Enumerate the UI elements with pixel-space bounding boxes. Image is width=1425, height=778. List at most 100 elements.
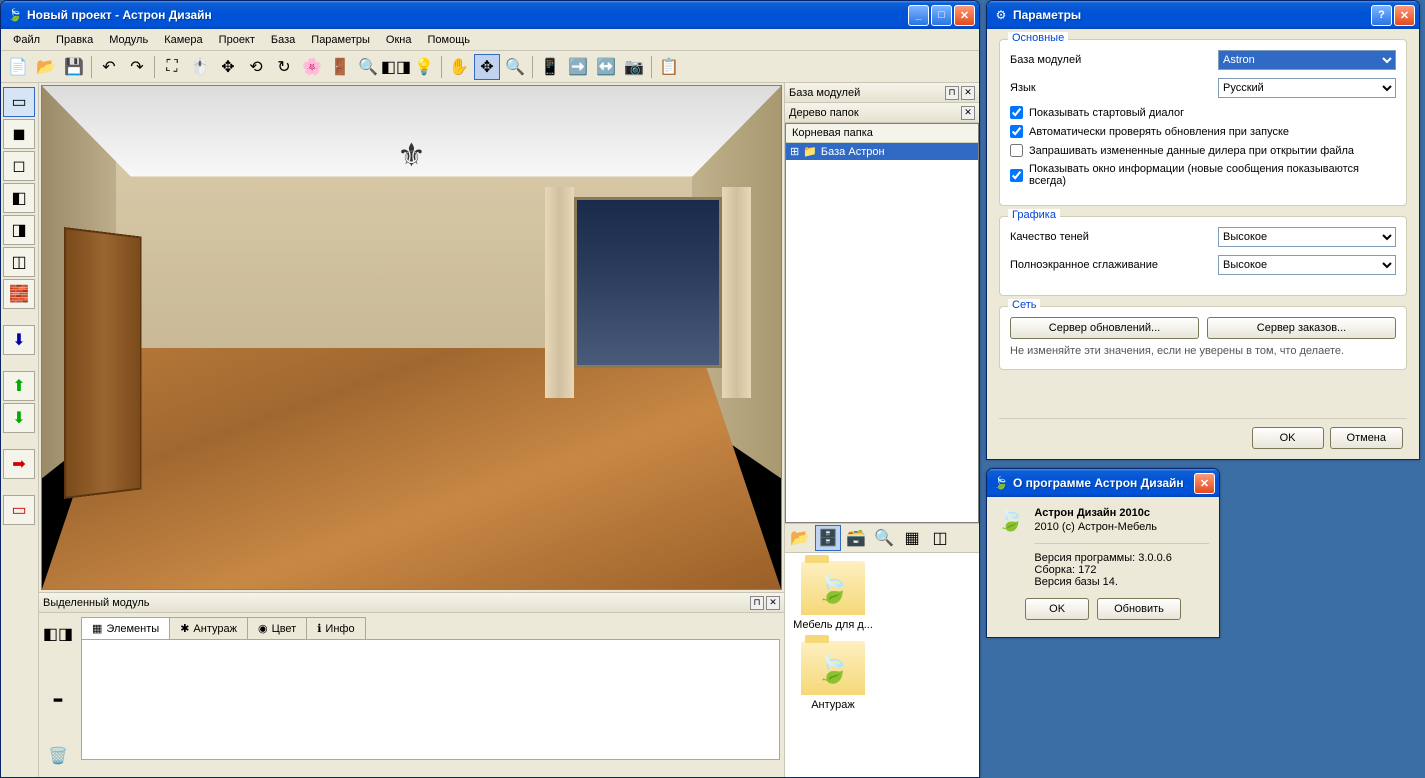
check-auto-updates[interactable] xyxy=(1010,125,1023,138)
brick-tool[interactable]: 🧱 xyxy=(3,279,35,309)
menu-module[interactable]: Модуль xyxy=(101,32,156,48)
export-button[interactable]: ➡️ xyxy=(565,54,591,80)
room-window xyxy=(574,197,722,368)
toolbar-separator xyxy=(651,56,652,78)
panel-pin-button[interactable]: ⊓ xyxy=(945,86,959,100)
menu-base[interactable]: База xyxy=(263,32,303,48)
tab-color[interactable]: ◉Цвет xyxy=(247,617,307,639)
right-red-tool[interactable]: ➡ xyxy=(3,449,35,479)
down-green-tool[interactable]: ⬇ xyxy=(3,403,35,433)
box-solid-tool[interactable]: ◼ xyxy=(3,119,35,149)
orbit-button[interactable]: ✥ xyxy=(474,54,500,80)
ok-button[interactable]: OK xyxy=(1252,427,1324,449)
orders-server-button[interactable]: Сервер заказов... xyxy=(1207,317,1396,339)
check-dealer-data[interactable] xyxy=(1010,144,1023,157)
tree-item-base[interactable]: ⊞ 📁 База Астрон xyxy=(786,143,978,160)
selected-module-panel: Выделенный модуль ⊓ ✕ ◧◨ ▂ 🗑️ ▦Элементы xyxy=(39,592,784,777)
move-button[interactable]: ✥ xyxy=(215,54,241,80)
menu-camera[interactable]: Камера xyxy=(156,32,210,48)
graphics-legend: Графика xyxy=(1008,209,1060,221)
pan-button[interactable]: ✋ xyxy=(446,54,472,80)
curtain-left xyxy=(545,187,575,398)
about-app-name: Астрон Дизайн 2010c xyxy=(1034,507,1209,519)
about-ok-button[interactable]: OK xyxy=(1025,598,1089,620)
save-button[interactable]: 💾 xyxy=(61,54,87,80)
light-button[interactable]: 💡 xyxy=(411,54,437,80)
aa-select[interactable]: Высокое xyxy=(1218,255,1396,275)
menu-edit[interactable]: Правка xyxy=(48,32,101,48)
menu-windows[interactable]: Окна xyxy=(378,32,420,48)
shadow-select[interactable]: Высокое xyxy=(1218,227,1396,247)
lang-select[interactable]: Русский xyxy=(1218,78,1396,98)
cancel-button[interactable]: Отмена xyxy=(1330,427,1403,449)
mirror-button[interactable]: ◧◨ xyxy=(383,54,409,80)
about-update-button[interactable]: Обновить xyxy=(1097,598,1181,620)
new-button[interactable]: 📄 xyxy=(5,54,31,80)
folder-tree[interactable]: Корневая папка ⊞ 📁 База Астрон xyxy=(785,123,979,523)
folder-entourage[interactable]: 🍃 Антураж xyxy=(793,641,873,711)
maximize-button[interactable]: □ xyxy=(931,5,952,26)
down-arrow-tool[interactable]: ⬇ xyxy=(3,325,35,355)
report-button[interactable]: 📋 xyxy=(656,54,682,80)
panel-close-button[interactable]: ✕ xyxy=(961,106,975,120)
trash-button[interactable]: 🗑️ xyxy=(42,741,74,771)
update-server-button[interactable]: Сервер обновлений... xyxy=(1010,317,1199,339)
params-titlebar[interactable]: ⚙ Параметры ? ✕ xyxy=(987,1,1419,29)
up-green-tool[interactable]: ⬆ xyxy=(3,371,35,401)
menu-help[interactable]: Помощь xyxy=(419,32,478,48)
close-button[interactable]: ✕ xyxy=(954,5,975,26)
select-frame-button[interactable]: ⛶ xyxy=(159,54,185,80)
zoom-button[interactable]: 🔍 xyxy=(502,54,528,80)
panel-close-button[interactable]: ✕ xyxy=(766,596,780,610)
box-persp-tool[interactable]: ◫ xyxy=(3,247,35,277)
redo-button[interactable]: ↷ xyxy=(124,54,150,80)
view-icons-button[interactable]: 🗄️ xyxy=(815,525,841,551)
tab-entourage[interactable]: ✱Антураж xyxy=(169,617,248,639)
select-cursor-button[interactable]: 🖱️ xyxy=(187,54,213,80)
box-left-tool[interactable]: ◧ xyxy=(3,183,35,213)
rotate90-button[interactable]: ⟲ xyxy=(243,54,269,80)
color-button[interactable]: 🌸 xyxy=(299,54,325,80)
panel-pin-button[interactable]: ⊓ xyxy=(750,596,764,610)
door-tool-button[interactable]: 🚪 xyxy=(327,54,353,80)
rotate-button[interactable]: ↻ xyxy=(271,54,297,80)
open-button[interactable]: 📂 xyxy=(33,54,59,80)
mirror-panel-button[interactable]: ◧◨ xyxy=(42,619,74,649)
snapshot-button[interactable]: 📷 xyxy=(621,54,647,80)
undo-button[interactable]: ↶ xyxy=(96,54,122,80)
slider-icon[interactable]: ▂ xyxy=(54,689,62,702)
box-wire-tool[interactable]: ◻ xyxy=(3,151,35,181)
dimensions-button[interactable]: ↔️ xyxy=(593,54,619,80)
about-titlebar[interactable]: 🍃 О программе Астрон Дизайн ✕ xyxy=(987,469,1219,497)
up-folder-button[interactable]: 📂 xyxy=(787,525,813,551)
main-titlebar[interactable]: 🍃 Новый проект - Астрон Дизайн _ □ ✕ xyxy=(1,1,979,29)
menu-params[interactable]: Параметры xyxy=(303,32,378,48)
menu-project[interactable]: Проект xyxy=(211,32,263,48)
menu-file[interactable]: Файл xyxy=(5,32,48,48)
tab-elements[interactable]: ▦Элементы xyxy=(81,617,170,639)
folder-furniture[interactable]: 🍃 Мебель для д... xyxy=(793,561,873,631)
view-grid-button[interactable]: ▦ xyxy=(899,525,925,551)
view-list-button[interactable]: 🗃️ xyxy=(843,525,869,551)
calc-button[interactable]: 📱 xyxy=(537,54,563,80)
check-startup-dialog[interactable] xyxy=(1010,106,1023,119)
check-show-info[interactable] xyxy=(1010,169,1023,182)
wall-tool[interactable]: ▭ xyxy=(3,87,35,117)
module-base-select[interactable]: Astron xyxy=(1218,50,1396,70)
panel-close-button[interactable]: ✕ xyxy=(961,86,975,100)
expand-icon[interactable]: ⊞ xyxy=(790,145,799,158)
search-folder-button[interactable]: 🔍 xyxy=(871,525,897,551)
close-button[interactable]: ✕ xyxy=(1394,5,1415,26)
frame-red-tool[interactable]: ▭ xyxy=(3,495,35,525)
tab-info[interactable]: ℹИнфо xyxy=(306,617,365,639)
view-tiles-button[interactable]: ◫ xyxy=(927,525,953,551)
box-right-tool[interactable]: ◨ xyxy=(3,215,35,245)
3d-viewport[interactable]: ⚜ xyxy=(41,85,782,590)
network-fieldset: Сеть Сервер обновлений... Сервер заказов… xyxy=(999,306,1407,370)
folder-browser[interactable]: 🍃 Мебель для д... 🍃 Антураж xyxy=(785,553,979,777)
help-button[interactable]: ? xyxy=(1371,5,1392,26)
close-button[interactable]: ✕ xyxy=(1194,473,1215,494)
minimize-button[interactable]: _ xyxy=(908,5,929,26)
toolbar-separator xyxy=(154,56,155,78)
zoom-region-button[interactable]: 🔍 xyxy=(355,54,381,80)
